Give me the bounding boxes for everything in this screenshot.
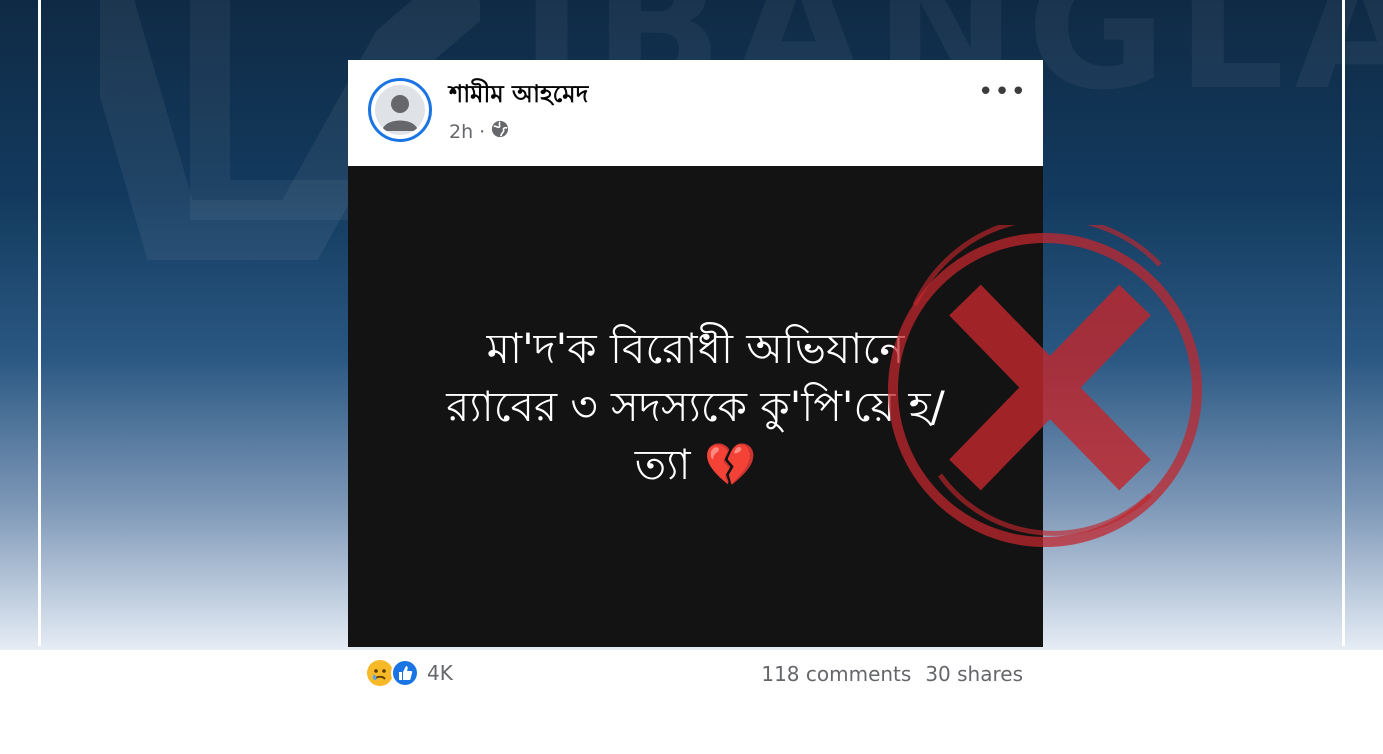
post-meta: 2h · (449, 120, 509, 143)
reactions[interactable]: 4K (366, 659, 453, 687)
frame-line-right (1342, 0, 1345, 646)
post-stats: 118 comments 30 shares (761, 662, 1023, 686)
frame-line-left (38, 0, 41, 646)
reaction-count: 4K (427, 661, 453, 685)
meta-separator: · (479, 120, 486, 143)
sad-reaction-icon (366, 659, 394, 687)
comments-count[interactable]: 118 comments (761, 662, 911, 686)
more-options-icon[interactable]: ••• (978, 78, 1027, 106)
like-reaction-icon (391, 659, 419, 687)
post-time[interactable]: 2h (449, 121, 473, 143)
default-avatar-icon (375, 85, 425, 135)
post-header: শামীম আহমেদ 2h · ••• (348, 60, 1043, 166)
post-footer: 4K 118 comments 30 shares (348, 655, 1043, 695)
shares-count[interactable]: 30 shares (925, 662, 1023, 686)
avatar[interactable] (368, 78, 432, 142)
author-name[interactable]: শামীম আহমেদ (449, 76, 588, 116)
false-claim-cross-stamp-icon (888, 225, 1202, 547)
globe-icon (491, 120, 509, 143)
